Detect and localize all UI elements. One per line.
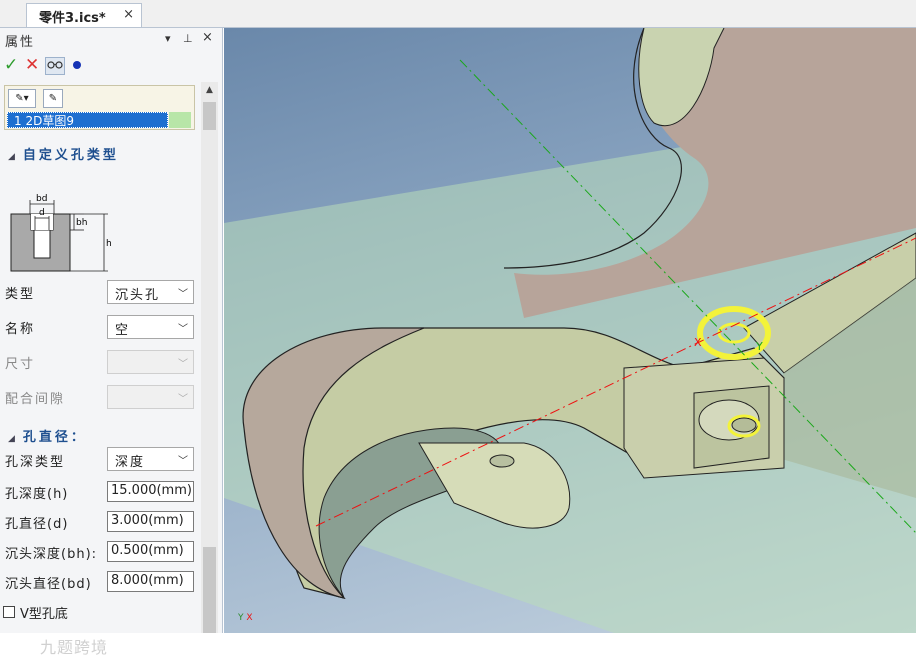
name-dropdown[interactable]: 空 ﹀ — [107, 315, 194, 339]
panel-title: 属性 — [5, 35, 36, 50]
option-dot-icon[interactable] — [73, 61, 81, 69]
type-dropdown[interactable]: 沉头孔 ﹀ — [107, 280, 194, 304]
hole-depth-label: 孔深度(h) — [5, 487, 69, 502]
name-label: 名称 — [5, 322, 36, 337]
view-triad-icon: Y X — [238, 613, 253, 623]
section-custom-hole-label: 自定义孔类型 — [22, 148, 119, 163]
fit-dropdown: ﹀ — [107, 385, 194, 409]
depth-type-label: 孔深类型 — [5, 455, 66, 470]
section-hole-diameter[interactable]: ◢ 孔直径： — [8, 426, 87, 445]
depth-type-dropdown[interactable]: 深度 ﹀ — [107, 447, 194, 471]
selected-sketch-item[interactable]: 1 2D草图9 — [7, 112, 168, 128]
section-hole-diameter-label: 孔直径： — [22, 430, 87, 445]
selection-box[interactable]: ✎▾ ✎ 1 2D草图9 — [4, 85, 195, 130]
ok-check-icon[interactable]: ✓ — [4, 55, 18, 75]
fit-label: 配合间隙 — [5, 392, 66, 407]
v-hole-label: V型孔底 — [20, 607, 68, 622]
diagram-label-bh: bh — [76, 218, 87, 228]
chevron-down-icon: ﹀ — [178, 394, 188, 405]
preview-glasses-icon[interactable] — [45, 57, 65, 75]
hole-diameter-input[interactable]: 3.000(mm) — [107, 511, 194, 532]
name-value: 空 — [115, 323, 131, 338]
document-tab[interactable]: 零件3.ics* × — [26, 3, 142, 27]
scroll-thumb[interactable] — [203, 102, 216, 130]
collapse-caret-icon: ◢ — [8, 434, 15, 444]
counterbore-depth-input[interactable]: 0.500(mm) — [107, 541, 194, 562]
triad-y-label: Y — [238, 613, 244, 623]
panel-close-icon[interactable]: × — [202, 30, 213, 45]
sketch-pick-icon[interactable]: ✎▾ — [8, 89, 36, 108]
hole-diameter-label: 孔直径(d) — [5, 517, 69, 532]
triad-x-label: X — [246, 613, 253, 623]
sketch-x-label: X — [694, 336, 702, 349]
panel-scrollbar[interactable]: ▲ — [201, 82, 218, 633]
section-custom-hole[interactable]: ◢ 自定义孔类型 — [8, 144, 119, 163]
diagram-label-d: d — [39, 208, 45, 218]
scroll-thumb-lower[interactable] — [203, 547, 216, 633]
collapse-caret-icon: ◢ — [8, 152, 15, 162]
depth-type-value: 深度 — [115, 455, 146, 470]
edit-sketch-icon[interactable]: ✎ — [43, 89, 63, 108]
properties-panel: 属性 ▾ ⊥ × ✓ ✕ ✎▾ ✎ 1 2D草图9 ◢ 自定义孔类型 bd d … — [0, 28, 223, 657]
chevron-down-icon: ﹀ — [178, 324, 188, 335]
scroll-up-icon[interactable]: ▲ — [201, 82, 218, 99]
panel-pin-icon[interactable]: ⊥ — [183, 32, 193, 45]
3d-viewport[interactable]: X Y Y X — [224, 28, 916, 633]
action-toolbar: ✓ ✕ — [0, 55, 222, 79]
size-label: 尺寸 — [5, 357, 36, 372]
part-model-render: X Y — [224, 28, 916, 633]
watermark: 九题跨境 — [40, 638, 109, 657]
size-dropdown: ﹀ — [107, 350, 194, 374]
counterbore-depth-label: 沉头深度(bh): — [5, 547, 98, 562]
chevron-down-icon: ﹀ — [178, 359, 188, 370]
chevron-down-icon: ﹀ — [178, 456, 188, 467]
panel-header: 属性 ▾ ⊥ × — [0, 28, 222, 52]
sketch-y-label: Y — [755, 340, 763, 353]
hole-depth-input[interactable]: 15.000(mm) — [107, 481, 194, 502]
document-tab-strip: 零件3.ics* × — [0, 0, 916, 28]
panel-menu-icon[interactable]: ▾ — [165, 32, 171, 45]
tab-close-icon[interactable]: × — [123, 7, 134, 22]
cancel-x-icon[interactable]: ✕ — [25, 55, 39, 75]
chevron-down-icon: ﹀ — [178, 289, 188, 300]
counterbore-hole-diagram: bd d bh h — [10, 194, 112, 272]
counterbore-diameter-label: 沉头直径(bd) — [5, 577, 92, 592]
type-label: 类型 — [5, 287, 36, 302]
diagram-label-h: h — [106, 239, 112, 249]
counterbore-diameter-input[interactable]: 8.000(mm) — [107, 571, 194, 592]
v-hole-checkbox[interactable] — [3, 606, 15, 618]
diagram-label-bd: bd — [36, 194, 47, 204]
selection-status-swatch — [169, 112, 191, 128]
document-tab-label: 零件3.ics* — [39, 11, 106, 26]
type-value: 沉头孔 — [115, 288, 161, 303]
